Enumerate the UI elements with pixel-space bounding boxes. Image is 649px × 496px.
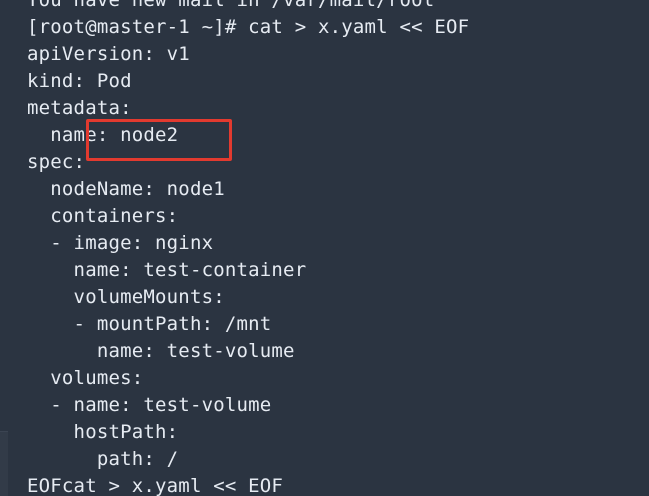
terminal-line: containers: [27, 205, 179, 227]
terminal-window[interactable]: You have new mail in /var/mail/root [roo… [0, 0, 649, 496]
terminal-line: volumeMounts: [27, 286, 225, 308]
terminal-line: name: test-container [27, 259, 307, 281]
terminal-line: - mountPath: /mnt [27, 313, 272, 335]
terminal-line: spec: [27, 151, 86, 173]
terminal-line: - image: nginx [27, 232, 214, 254]
window-edge-divider [0, 431, 8, 496]
terminal-line: EOFcat > x.yaml << EOF [27, 475, 284, 496]
terminal-output: You have new mail in /var/mail/root [roo… [27, 0, 469, 496]
terminal-line: You have new mail in /var/mail/root [27, 0, 435, 11]
terminal-line: name: test-volume [27, 340, 295, 362]
terminal-line: - name: test-volume [27, 394, 272, 416]
terminal-line: metadata: [27, 97, 132, 119]
terminal-line: apiVersion: v1 [27, 43, 190, 65]
terminal-line-highlighted: name: node2 [27, 124, 179, 146]
terminal-line: volumes: [27, 367, 144, 389]
terminal-line: [root@master-1 ~]# cat > x.yaml << EOF [27, 16, 470, 38]
terminal-line: path: / [27, 448, 179, 470]
terminal-line: hostPath: [27, 421, 179, 443]
terminal-line: kind: Pod [27, 70, 132, 92]
terminal-line: nodeName: node1 [27, 178, 225, 200]
